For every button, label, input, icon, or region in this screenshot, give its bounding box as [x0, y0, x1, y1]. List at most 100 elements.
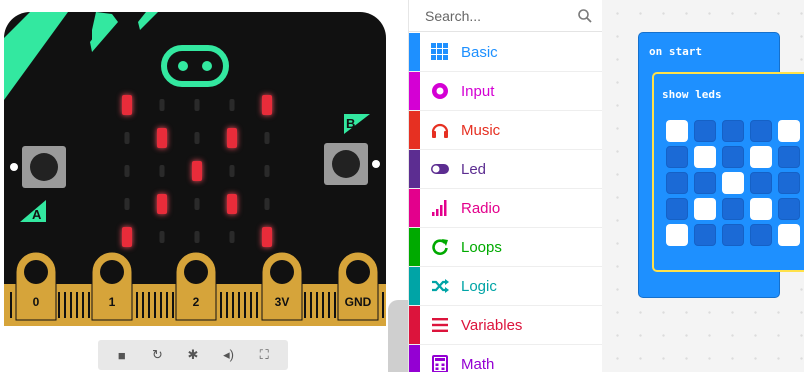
pin-hole	[270, 260, 294, 284]
show-leds-cell-1-2[interactable]	[722, 146, 744, 168]
category-variables[interactable]: Variables	[409, 306, 603, 345]
pin-label: 3V	[275, 295, 290, 309]
edge-stripe	[160, 292, 162, 318]
show-leds-cell-4-3[interactable]	[750, 224, 772, 246]
category-loops[interactable]: Loops	[409, 228, 603, 267]
pin-1[interactable]: 1	[91, 251, 133, 321]
sound-icon[interactable]: ◂)	[216, 344, 242, 366]
show-leds-cell-3-3[interactable]	[750, 198, 772, 220]
show-leds-cell-1-4[interactable]	[778, 146, 800, 168]
search-icon-handle	[586, 16, 592, 23]
edge-stripe	[166, 292, 168, 318]
restart-icon[interactable]: ↻	[144, 344, 170, 366]
pin-hole	[24, 260, 48, 284]
edge-stripe	[88, 292, 90, 318]
led-2-4	[264, 165, 270, 177]
led-1-1	[157, 128, 167, 148]
show-leds-cell-0-2[interactable]	[722, 120, 744, 142]
loop-arrow-icon	[431, 238, 449, 256]
pin-3v[interactable]: 3V	[261, 251, 303, 321]
category-label: Input	[461, 82, 495, 100]
target-icon	[431, 82, 449, 100]
edge-stripe	[232, 292, 234, 318]
debug-icon[interactable]: ✱	[180, 344, 206, 366]
makecode-editor: A B 0123VGND ■↻✱◂)⛶ Basi	[0, 0, 804, 372]
show-leds-cell-3-4[interactable]	[778, 198, 800, 220]
category-label: Music	[461, 121, 501, 139]
calculator-icon	[431, 355, 449, 372]
led-3-3	[227, 194, 237, 214]
show-leds-grid	[666, 120, 804, 252]
toolbox-search	[409, 0, 603, 32]
category-led[interactable]: Led	[409, 150, 603, 189]
show-leds-cell-4-2[interactable]	[722, 224, 744, 246]
show-leds-cell-1-1[interactable]	[694, 146, 716, 168]
category-basic[interactable]: Basic	[409, 33, 603, 72]
shuffle-icon	[431, 277, 449, 295]
show-leds-cell-2-2[interactable]	[722, 172, 744, 194]
edge-stripe	[382, 292, 384, 318]
pin-label: 0	[33, 295, 40, 309]
pane-splitter[interactable]	[388, 300, 408, 372]
show-leds-cell-2-1[interactable]	[694, 172, 716, 194]
pin-2[interactable]: 2	[175, 251, 217, 321]
edge-stripe	[238, 292, 240, 318]
category-radio[interactable]: Radio	[409, 189, 603, 228]
search-icon-lens	[578, 8, 589, 20]
category-color-bar	[409, 306, 420, 344]
stop-icon[interactable]: ■	[109, 344, 135, 366]
search-icon[interactable]	[577, 8, 593, 24]
show-leds-cell-3-1[interactable]	[694, 198, 716, 220]
show-leds-cell-0-3[interactable]	[750, 120, 772, 142]
led-0-0	[122, 95, 132, 115]
show-leds-cell-2-4[interactable]	[778, 172, 800, 194]
show-leds-cell-0-1[interactable]	[694, 120, 716, 142]
category-label: Logic	[461, 277, 497, 295]
category-color-bar	[409, 189, 420, 227]
microbit-board[interactable]: A B 0 1 2 3V GND	[0, 0, 408, 340]
edge-stripe	[310, 292, 312, 318]
pin-0[interactable]: 0	[15, 251, 57, 321]
pin-gnd[interactable]: GND	[337, 251, 379, 321]
show-leds-block[interactable]: show leds	[652, 72, 804, 272]
edge-stripe	[334, 292, 336, 318]
category-label: Basic	[461, 43, 498, 61]
led-3-2	[194, 198, 200, 210]
pin-hole	[346, 260, 370, 284]
edge-stripe	[76, 292, 78, 318]
list-icon	[431, 316, 449, 334]
fullscreen-icon[interactable]: ⛶	[251, 344, 277, 366]
show-leds-cell-2-3[interactable]	[750, 172, 772, 194]
show-leds-cell-4-4[interactable]	[778, 224, 800, 246]
show-leds-cell-4-1[interactable]	[694, 224, 716, 246]
led-2-0	[124, 165, 130, 177]
show-leds-cell-4-0[interactable]	[666, 224, 688, 246]
show-leds-cell-0-4[interactable]	[778, 120, 800, 142]
on-start-label: on start	[649, 45, 702, 58]
category-logic[interactable]: Logic	[409, 267, 603, 306]
edge-stripe	[70, 292, 72, 318]
edge-stripe	[142, 292, 144, 318]
blocks-workspace[interactable]: on start show leds	[602, 0, 804, 372]
category-music[interactable]: Music	[409, 111, 603, 150]
pin-label: 1	[109, 295, 116, 309]
led-0-4	[262, 95, 272, 115]
show-leds-cell-1-0[interactable]	[666, 146, 688, 168]
led-1-3	[227, 128, 237, 148]
headphones-icon	[431, 121, 449, 139]
show-leds-cell-3-2[interactable]	[722, 198, 744, 220]
led-4-3	[229, 231, 235, 243]
category-input[interactable]: Input	[409, 72, 603, 111]
show-leds-cell-2-0[interactable]	[666, 172, 688, 194]
show-leds-cell-3-0[interactable]	[666, 198, 688, 220]
category-label: Led	[461, 160, 487, 178]
category-color-bar	[409, 150, 420, 188]
category-list: Basic Input Music Led Radio Loops Logic Variabl…	[409, 33, 603, 372]
show-leds-cell-0-0[interactable]	[666, 120, 688, 142]
edge-stripe	[256, 292, 258, 318]
button-b-cap	[332, 150, 360, 178]
search-input[interactable]	[425, 7, 565, 24]
category-math[interactable]: Math	[409, 345, 603, 372]
pin-hole	[100, 260, 124, 284]
show-leds-cell-1-3[interactable]	[750, 146, 772, 168]
